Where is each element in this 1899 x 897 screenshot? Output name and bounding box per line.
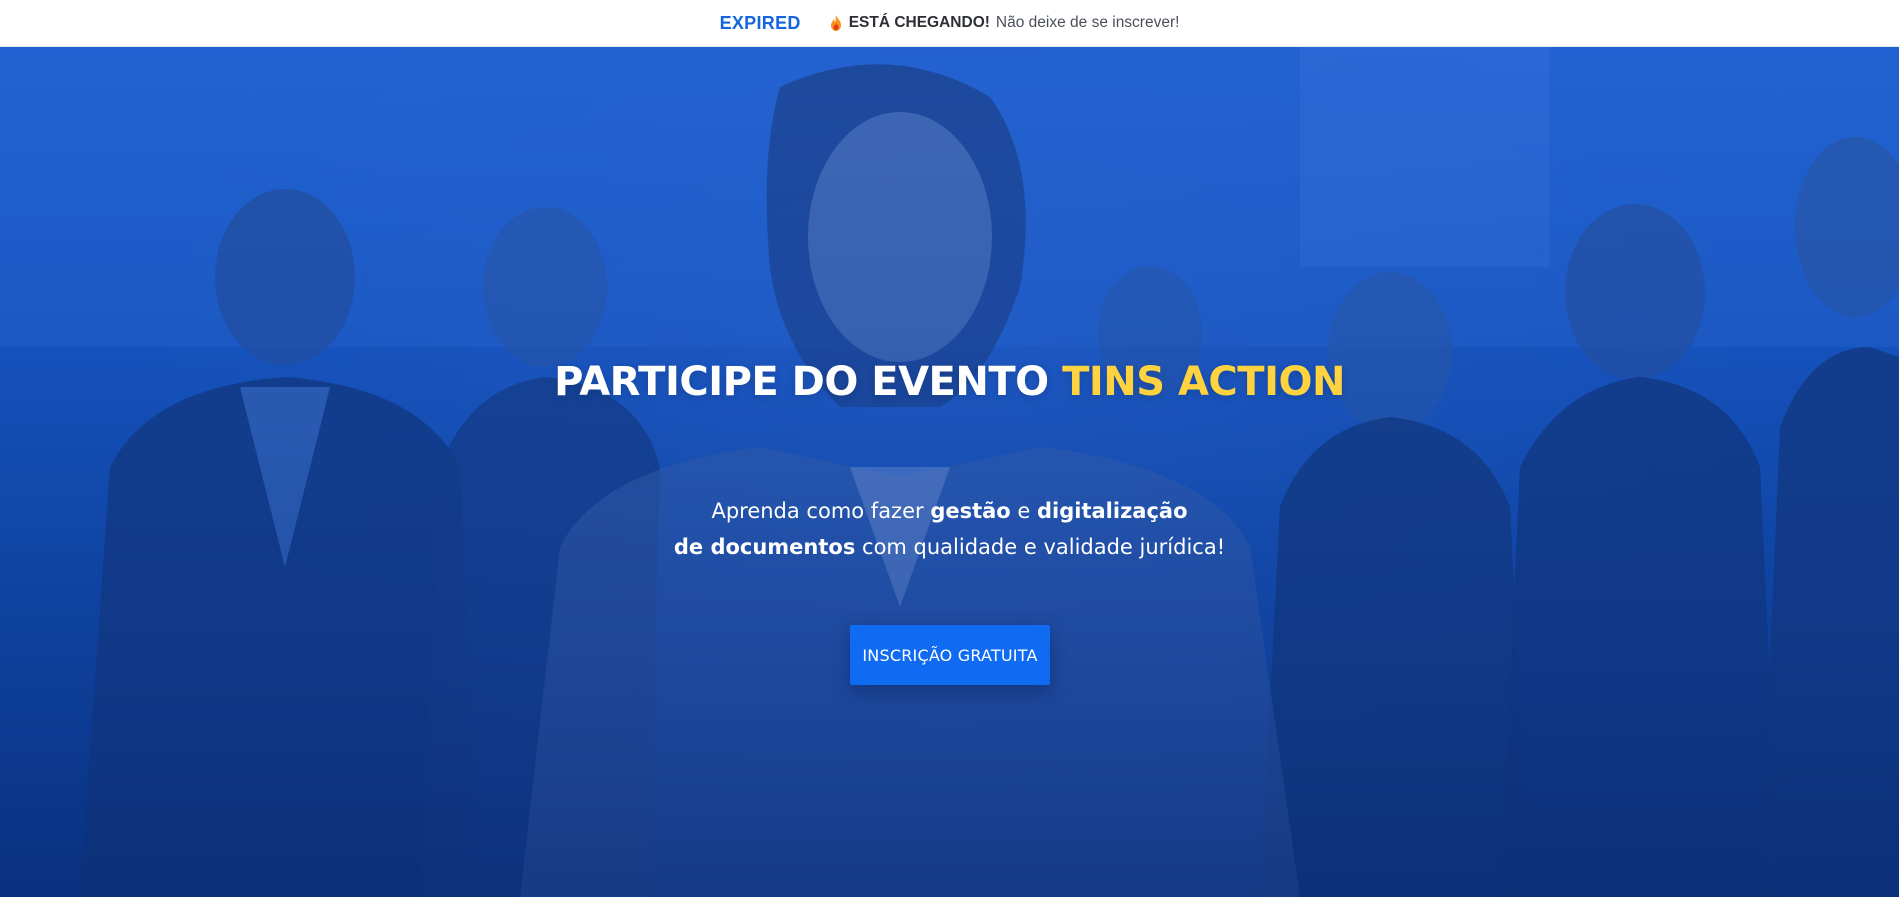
announcement-text: Não deixe de se inscrever! bbox=[995, 14, 1180, 31]
subtitle-part1: Aprenda como fazer bbox=[711, 499, 931, 523]
countdown-status: EXPIRED bbox=[719, 12, 801, 33]
headline-main: PARTICIPE DO EVENTO bbox=[554, 359, 1049, 405]
headline-accent: TINS ACTION bbox=[1062, 359, 1345, 405]
subtitle-part3: com qualidade e validade jurídica! bbox=[855, 535, 1226, 559]
announcement-bar: EXPIRED ESTÁ CHEGANDO! Não deixe de se i… bbox=[0, 0, 1899, 47]
subtitle-bold3: de documentos bbox=[673, 535, 856, 559]
hero-subtitle: Aprenda como fazer gestão e digitalizaçã… bbox=[0, 493, 1899, 565]
free-registration-button[interactable]: INSCRIÇÃO GRATUITA bbox=[850, 625, 1050, 685]
subtitle-bold1: gestão bbox=[930, 499, 1011, 523]
announcement: ESTÁ CHEGANDO! Não deixe de se inscrever… bbox=[829, 14, 1180, 32]
subtitle-part2: e bbox=[1010, 499, 1038, 523]
subtitle-bold2: digitalização bbox=[1037, 499, 1188, 523]
fire-icon bbox=[829, 14, 843, 32]
hero-section: PARTICIPE DO EVENTO TINS ACTION Aprenda … bbox=[0, 47, 1899, 897]
hero-headline: PARTICIPE DO EVENTO TINS ACTION bbox=[0, 359, 1899, 405]
hero-content: PARTICIPE DO EVENTO TINS ACTION Aprenda … bbox=[0, 47, 1899, 897]
announcement-strong: ESTÁ CHEGANDO! bbox=[848, 14, 990, 31]
